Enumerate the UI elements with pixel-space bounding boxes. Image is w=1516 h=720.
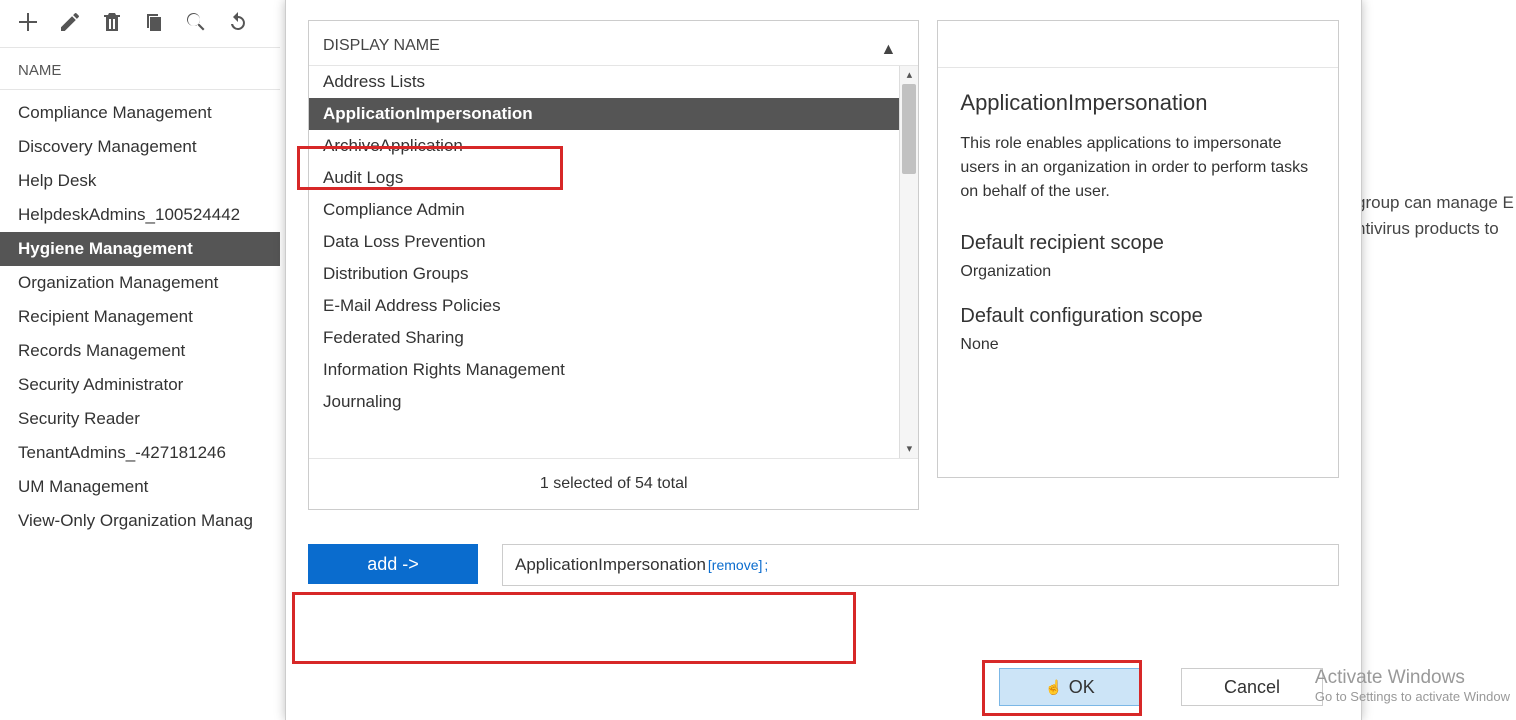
remove-link[interactable]: [remove] xyxy=(708,557,762,573)
role-picker-dialog: DISPLAY NAME ▲ Address ListsApplicationI… xyxy=(285,0,1362,720)
list-item[interactable]: E-Mail Address Policies xyxy=(309,290,918,322)
edit-icon[interactable] xyxy=(58,10,82,39)
sidebar-list: Compliance ManagementDiscovery Managemen… xyxy=(0,90,280,538)
list-item[interactable]: Data Loss Prevention xyxy=(309,226,918,258)
role-list-panel: DISPLAY NAME ▲ Address ListsApplicationI… xyxy=(308,20,919,510)
search-icon[interactable] xyxy=(184,10,208,39)
new-icon[interactable] xyxy=(16,10,40,39)
sidebar-item[interactable]: Records Management xyxy=(0,334,280,368)
detail-description: This role enables applications to impers… xyxy=(960,132,1316,204)
list-column-header[interactable]: DISPLAY NAME ▲ xyxy=(309,21,918,66)
sidebar-item[interactable]: HelpdeskAdmins_100524442 xyxy=(0,198,280,232)
added-members-box[interactable]: ApplicationImpersonation [remove] ; xyxy=(502,544,1339,586)
scroll-thumb[interactable] xyxy=(902,84,916,174)
copy-icon[interactable] xyxy=(142,10,166,39)
sidebar-item[interactable]: View-Only Organization Manag xyxy=(0,504,280,538)
selection-status: 1 selected of 54 total xyxy=(309,458,918,509)
sidebar-item[interactable]: Discovery Management xyxy=(0,130,280,164)
sidebar: NAME Compliance ManagementDiscovery Mana… xyxy=(0,0,280,720)
list-item[interactable]: Journaling xyxy=(309,386,918,418)
added-item: ApplicationImpersonation xyxy=(515,555,706,575)
sidebar-item[interactable]: Help Desk xyxy=(0,164,280,198)
sidebar-item[interactable]: Recipient Management xyxy=(0,300,280,334)
detail-title: ApplicationImpersonation xyxy=(960,90,1316,116)
sidebar-item[interactable]: Hygiene Management xyxy=(0,232,280,266)
recipient-scope-label: Default recipient scope xyxy=(960,232,1316,255)
list-item[interactable]: Address Lists xyxy=(309,66,918,98)
sidebar-item[interactable]: TenantAdmins_-427181246 xyxy=(0,436,280,470)
dialog-buttons: ☝ OK Cancel xyxy=(999,668,1323,706)
sidebar-column-header[interactable]: NAME xyxy=(0,47,280,90)
sidebar-item[interactable]: UM Management xyxy=(0,470,280,504)
list-item[interactable]: Federated Sharing xyxy=(309,322,918,354)
windows-activation-watermark: Activate Windows Go to Settings to activ… xyxy=(1315,667,1510,704)
background-description: group can manage E ntivirus products to xyxy=(1356,190,1516,241)
add-row: add -> ApplicationImpersonation [remove]… xyxy=(308,544,1339,586)
scrollbar[interactable]: ▴ ▾ xyxy=(899,66,918,458)
list-item[interactable]: Compliance Admin xyxy=(309,194,918,226)
config-scope-value: None xyxy=(960,336,1316,354)
sidebar-item[interactable]: Security Reader xyxy=(0,402,280,436)
list-item[interactable]: Distribution Groups xyxy=(309,258,918,290)
list-item[interactable]: ApplicationImpersonation xyxy=(309,98,918,130)
role-list: Address ListsApplicationImpersonationArc… xyxy=(309,66,918,458)
cursor-icon: ☝ xyxy=(1045,679,1062,696)
sidebar-item[interactable]: Security Administrator xyxy=(0,368,280,402)
delete-icon[interactable] xyxy=(100,10,124,39)
list-item[interactable]: ArchiveApplication xyxy=(309,130,918,162)
role-detail-panel: ApplicationImpersonation This role enabl… xyxy=(937,20,1339,478)
ok-button[interactable]: ☝ OK xyxy=(999,668,1141,706)
recipient-scope-value: Organization xyxy=(960,263,1316,281)
toolbar xyxy=(0,0,280,47)
scroll-down-icon[interactable]: ▾ xyxy=(900,440,918,458)
add-button[interactable]: add -> xyxy=(308,544,478,584)
sidebar-item[interactable]: Compliance Management xyxy=(0,96,280,130)
list-item[interactable]: Information Rights Management xyxy=(309,354,918,386)
list-item[interactable]: Audit Logs xyxy=(309,162,918,194)
config-scope-label: Default configuration scope xyxy=(960,305,1316,328)
item-separator: ; xyxy=(764,557,768,573)
sort-ascending-icon[interactable]: ▲ xyxy=(881,41,897,59)
cancel-button[interactable]: Cancel xyxy=(1181,668,1323,706)
sidebar-item[interactable]: Organization Management xyxy=(0,266,280,300)
refresh-icon[interactable] xyxy=(226,10,250,39)
scroll-up-icon[interactable]: ▴ xyxy=(900,66,918,84)
